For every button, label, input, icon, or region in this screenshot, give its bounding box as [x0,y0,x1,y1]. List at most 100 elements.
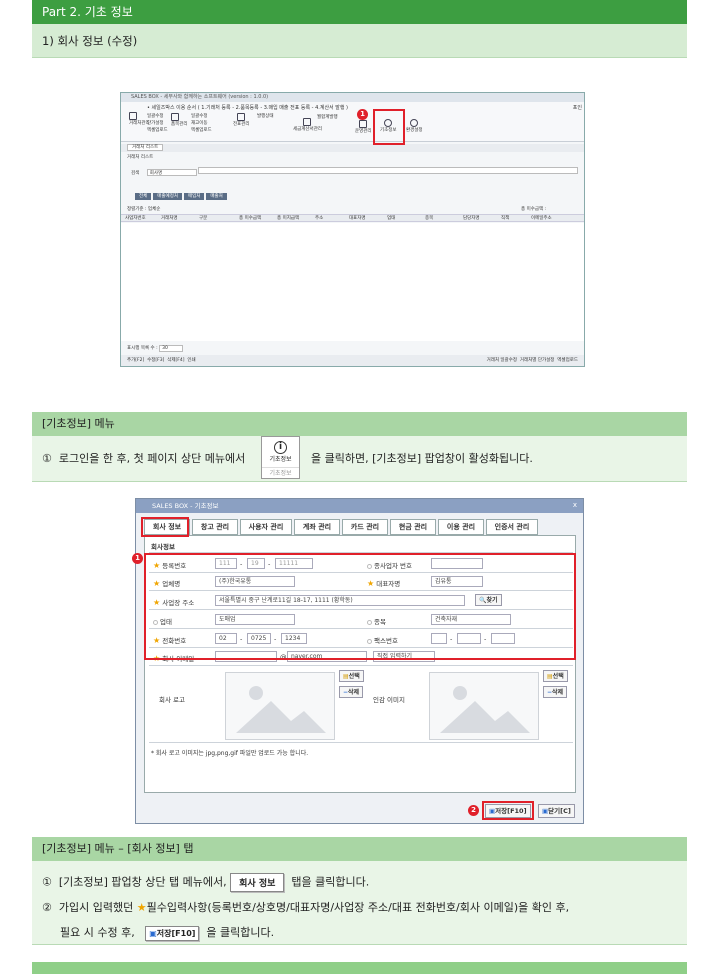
ribbon-group-slip[interactable]: 전표관리 [233,113,250,127]
tab-certificate[interactable]: 인증서 관리 [486,519,538,535]
stamp-image-placeholder[interactable] [429,672,539,740]
section3-line1: ① [기초정보] 팝업창 상단 탭 메뉴에서, 회사 정보 탭을 클릭합니다. [42,873,369,892]
section3-line2: ② 가입시 입력했던 ★필수입력사항(등록번호/상호명/대표자명/사업장 주소/… [42,899,569,915]
filter-sales-button[interactable]: 매출처 [206,193,227,200]
col-header[interactable]: 총 미지급액 [277,215,315,221]
save-icon: ▣ [149,928,157,938]
issue-status[interactable]: 발행상태 [257,113,274,119]
step-number: ① [42,452,52,465]
ribbon-group-settings[interactable]: 환경설정 [406,119,423,133]
excel-upload-button[interactable]: 엑셀업로드 [557,358,578,363]
product-icon [171,113,179,121]
tab-usage[interactable]: 이용 관리 [438,519,484,535]
logo-image-placeholder[interactable] [225,672,335,740]
app-title: SALES BOX - 세무사와 함께하는 소프트웨어 (version : 1… [121,93,584,102]
ribbon-group-operation[interactable]: 운영관리 [355,120,372,134]
col-header[interactable]: 종목 [425,215,463,221]
product-bulk-link[interactable]: 일괄수정 [191,113,212,120]
col-header[interactable]: 업태 [387,215,425,221]
stock-move-link[interactable]: 재고이동 [191,120,212,127]
search-row: 검색 회사명 [121,167,584,176]
col-header[interactable]: 주소 [315,215,349,221]
issue-status-label: 발행상태 [257,114,274,119]
section2-text-before: 로그인을 한 후, 첫 페이지 상단 메뉴에서 [58,452,246,465]
add-button[interactable]: 추가[F2] [127,358,144,363]
col-header[interactable]: 구분 [199,215,239,221]
icon-sublabel: 기초정보 [262,467,299,477]
image-placeholder-icon [236,686,326,733]
tab-cards[interactable]: 카드 관리 [342,519,388,535]
close-button[interactable]: ▣닫기[C] [538,804,575,818]
tab-warehouse[interactable]: 창고 관리 [192,519,238,535]
line2-before: 가입시 입력했던 [58,901,134,914]
line3-before: 필요 시 수정 후, [60,926,135,939]
step-number: ① [42,875,52,889]
filter-all-button[interactable]: 전체 [135,193,152,200]
col-header[interactable]: 직책 [501,215,531,221]
col-header[interactable]: 대표자명 [349,215,387,221]
label-stamp: 인감 이미지 [373,696,405,704]
highlight-company-tab [141,517,189,537]
table-header: 사업자번호 거래처명 구분 총 미수금액 총 미지급액 주소 대표자명 업태 종… [121,214,584,222]
tab-users[interactable]: 사용자 관리 [240,519,292,535]
paging-select[interactable]: 30 [159,345,184,352]
section2-line: ① 로그인을 한 후, 첫 페이지 상단 메뉴에서 [42,450,245,466]
search-field-select[interactable]: 회사명 [146,169,197,176]
section3-title: [기초정보] 메뉴 – [회사 정보] 탭 [32,837,687,861]
logo-select-button[interactable]: ▤선택 [339,670,364,682]
bulk-edit-link[interactable]: 일괄수정 [147,113,168,120]
section2-text-after: 을 클릭하면, [기초정보] 팝업창이 활성화됩니다. [311,452,533,465]
tab-client-list[interactable]: 거래처 리스트 [127,144,164,151]
info-icon: i [274,441,287,454]
search-input[interactable] [198,167,579,174]
product-manage-button[interactable]: 품목관리 [171,121,188,127]
filter-purchase-button[interactable]: 매입처 [183,193,205,200]
point-hint: 포인 [572,105,582,111]
monthly-issue[interactable]: 월합계발행 [317,114,338,120]
client-icon [129,112,137,120]
panel-title: 회사정보 [151,543,175,551]
col-header[interactable]: 총 미수금액 [239,215,277,221]
step-marker-1: 1 [357,109,368,120]
col-header[interactable]: 담당자명 [463,215,501,221]
tab-accounts[interactable]: 계좌 관리 [294,519,340,535]
line1-before: [기초정보] 팝업창 상단 탭 메뉴에서, [58,875,227,889]
invoice-icon [303,118,312,126]
product-excel-link[interactable]: 엑셀업로드 [191,127,212,134]
operation-icon [359,120,368,128]
gear-icon [410,119,419,127]
stamp-delete-button[interactable]: −삭제 [543,686,568,698]
product-submenu: 일괄수정 재고이동 엑셀업로드 [191,113,212,134]
filter-sales-due-button[interactable]: 매출예정처 [153,193,182,200]
close-icon[interactable]: x [573,501,577,509]
dialog-title: SALES BOX - 기초정보 [136,499,583,513]
print-button[interactable]: 인쇄 [187,358,195,363]
tab-cash[interactable]: 현금 관리 [390,519,436,535]
client-price-button[interactable]: 거래처별 단가설정 [520,358,555,363]
highlight-save [482,801,534,820]
section-title: 1) 회사 정보 (수정) [32,24,687,58]
col-header[interactable]: 이메일주소 [531,215,571,221]
search-label: 검색 [131,171,140,176]
edit-button[interactable]: 수정[F3] [147,358,164,363]
footer-bar: 추가[F2] 수정[F3] 삭제[F4] 인쇄 거래처 일괄수정 거래처별 단가… [121,355,584,366]
col-header[interactable]: 사업자번호 [121,215,161,221]
usage-guide: • 세일즈박스 이용 순서 ( 1.기래처 등록 - 2.품목등록 - 3.매입… [147,105,348,111]
paging: 표시행 목록 수 : 30 [121,345,584,352]
slip-manage-label: 전표관리 [233,122,250,127]
section2-body: ① 로그인을 한 후, 첫 페이지 상단 메뉴에서 i 기초정보 기초정보 을 … [32,436,687,482]
invoice-manage-label: 세금계산서관리 [293,127,322,132]
client-submenu: 일괄수정 단가설정 엑셀업로드 [147,113,168,134]
required-star-icon: ★ [136,901,147,914]
step-marker-2: 2 [468,805,479,816]
col-header[interactable]: 거래처명 [161,215,199,221]
logo-delete-button[interactable]: −삭제 [339,686,364,698]
delete-button[interactable]: 삭제[F4] [167,358,184,363]
stamp-select-button[interactable]: ▤선택 [543,670,568,682]
ribbon-group-invoice[interactable]: 세금계산서관리 [293,118,322,132]
excel-upload-link[interactable]: 엑셀업로드 [147,127,168,134]
list-title: 거래처 리스트 [127,155,154,160]
step-marker-1: 1 [132,553,143,564]
price-setting-link[interactable]: 단가설정 [147,120,168,127]
client-bulk-button[interactable]: 거래처 일괄수정 [487,358,517,363]
